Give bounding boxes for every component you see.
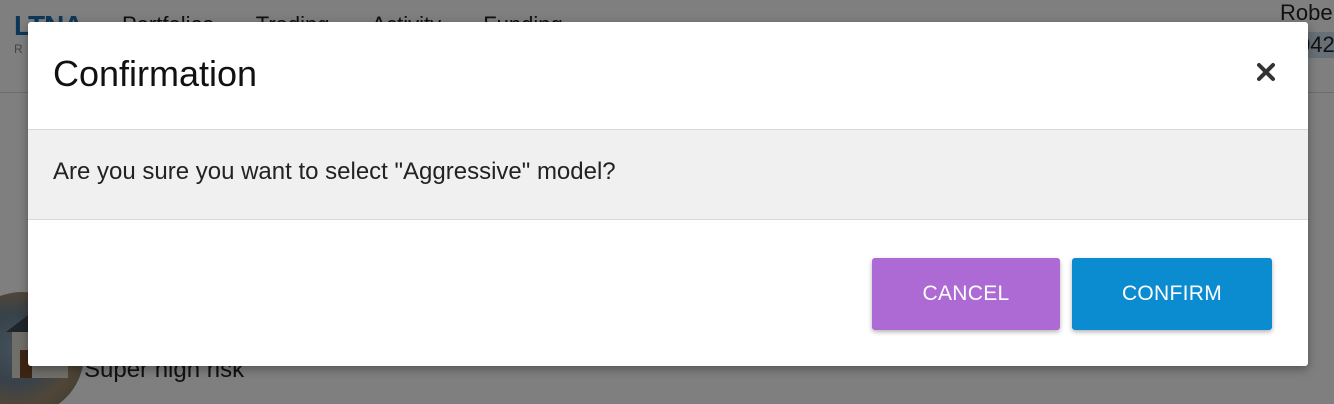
dialog-header: Confirmation xyxy=(28,22,1308,130)
dialog-footer: CANCEL CONFIRM xyxy=(28,220,1308,366)
close-icon xyxy=(1257,63,1275,81)
close-button[interactable] xyxy=(1246,52,1286,92)
dialog-body: Are you sure you want to select "Aggress… xyxy=(28,130,1308,220)
dialog-message: Are you sure you want to select "Aggress… xyxy=(53,158,616,185)
confirm-button[interactable]: CONFIRM xyxy=(1072,258,1272,330)
dialog-title: Confirmation xyxy=(53,53,258,94)
page: LTNA RA Portfolios Trading Activity Fund… xyxy=(0,0,1334,404)
cancel-button[interactable]: CANCEL xyxy=(872,258,1060,330)
confirmation-dialog: Confirmation Are you sure you want to se… xyxy=(28,22,1308,366)
